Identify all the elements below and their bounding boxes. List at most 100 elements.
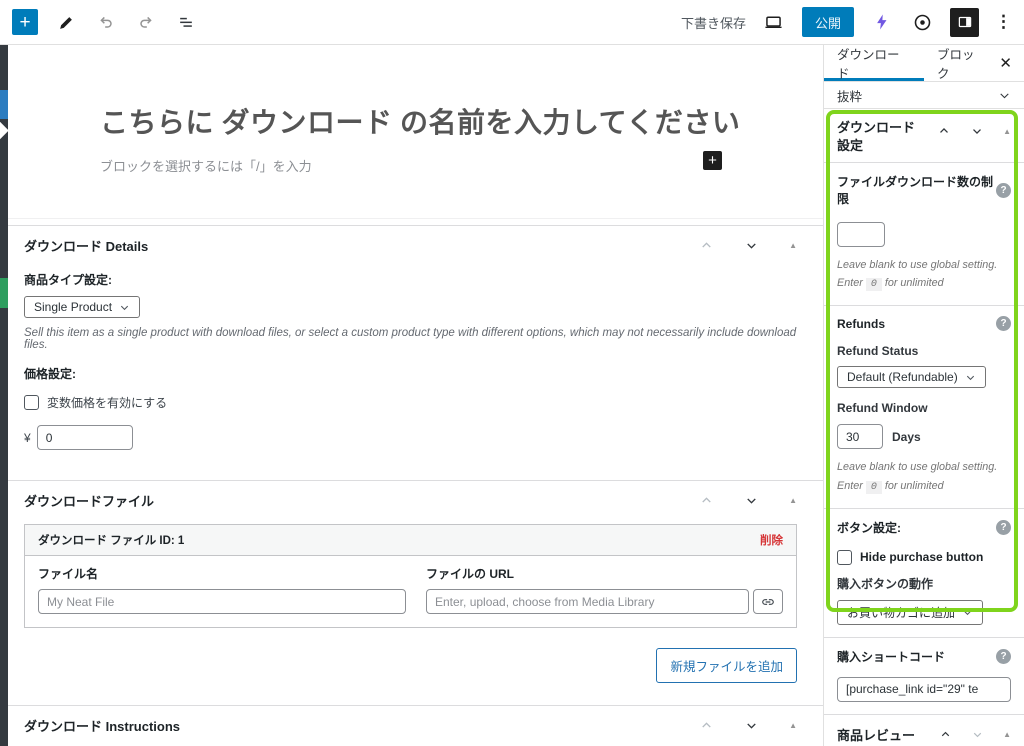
button-behavior-value: お買い物カゴに追加 bbox=[847, 605, 956, 620]
toggle-panel-icon[interactable]: ▲ bbox=[1003, 127, 1011, 136]
move-up-icon[interactable] bbox=[699, 718, 714, 733]
preview-button[interactable] bbox=[762, 10, 786, 34]
move-up-icon[interactable] bbox=[699, 238, 714, 253]
settings-sidebar-toggle[interactable] bbox=[950, 7, 979, 37]
kebab-menu-icon[interactable]: ⋮ bbox=[995, 12, 1012, 32]
toggle-panel-icon[interactable]: ▲ bbox=[789, 241, 797, 250]
strip-notch bbox=[0, 121, 9, 140]
excerpt-panel-toggle[interactable]: 抜粋 bbox=[824, 82, 1024, 109]
move-down-icon[interactable] bbox=[744, 493, 759, 508]
help-icon[interactable]: ? bbox=[996, 519, 1011, 535]
file-limit-input[interactable] bbox=[837, 222, 885, 248]
inline-block-inserter-button[interactable]: + bbox=[703, 151, 722, 170]
refund-window-row: Days bbox=[837, 424, 1011, 450]
sidebar-toggle-icon bbox=[956, 13, 974, 31]
toolbar-left-group: + bbox=[12, 9, 198, 35]
toolbar-right-group: 下書き保存 公開 ⋮ bbox=[681, 7, 1012, 37]
redo-button[interactable] bbox=[134, 10, 158, 34]
panel-header: ダウンロード Instructions ▲ bbox=[24, 706, 797, 741]
section-header: ボタン設定: ? bbox=[837, 519, 1011, 536]
target-plugin-button[interactable] bbox=[910, 10, 934, 34]
left-edge-strip bbox=[0, 45, 9, 746]
move-down-icon[interactable] bbox=[744, 718, 759, 733]
panel-header: ダウンロード Details ▲ bbox=[24, 226, 797, 261]
media-library-button[interactable] bbox=[753, 589, 783, 614]
undo-icon bbox=[96, 12, 116, 32]
move-down-icon[interactable] bbox=[744, 238, 759, 253]
move-up-icon[interactable] bbox=[937, 124, 951, 138]
help-icon[interactable]: ? bbox=[996, 648, 1011, 664]
move-up-icon[interactable] bbox=[939, 728, 952, 741]
undo-button[interactable] bbox=[94, 10, 118, 34]
post-title-input[interactable]: こちらに ダウンロード の名前を入力してください bbox=[100, 101, 823, 141]
download-details-panel: ダウンロード Details ▲ 商品タイプ設定: Single Product… bbox=[8, 225, 823, 450]
shortcode-input[interactable] bbox=[837, 676, 1011, 702]
toggle-panel-icon[interactable]: ▲ bbox=[1003, 730, 1011, 739]
section-header: Refunds ? bbox=[837, 316, 1011, 332]
tab-block[interactable]: ブロック bbox=[924, 45, 999, 81]
settings-sidebar: ダウンロード ブロック ✕ 抜粋 ダウンロード 設定 ▲ ファイルダウンロード数… bbox=[823, 45, 1024, 746]
tab-download[interactable]: ダウンロード bbox=[824, 45, 924, 81]
product-type-select[interactable]: Single Product bbox=[24, 296, 141, 318]
wordpress-block-editor: + 下書き保存 公開 ⋮ こちらに ダウンロード の名前を入力してください ブロ… bbox=[0, 0, 1024, 746]
block-inserter-button[interactable]: + bbox=[12, 9, 38, 35]
list-view-button[interactable] bbox=[174, 10, 198, 34]
help-text-post: for unlimited bbox=[884, 479, 944, 492]
shortcode-label: 購入ショートコード bbox=[837, 649, 946, 664]
delete-file-link[interactable]: 削除 bbox=[760, 532, 783, 548]
move-down-icon[interactable] bbox=[970, 124, 984, 138]
reviews-title: 商品レビュー bbox=[837, 727, 916, 743]
chevron-down-icon bbox=[119, 302, 130, 313]
panel-header: ダウンロードファイル ▲ bbox=[24, 481, 797, 516]
purchase-shortcode-section: 購入ショートコード ? bbox=[824, 636, 1024, 714]
help-icon[interactable]: ? bbox=[996, 316, 1011, 332]
download-instructions-panel: ダウンロード Instructions ▲ Special instructio… bbox=[8, 705, 823, 746]
file-name-label: ファイル名 bbox=[38, 567, 99, 581]
price-input[interactable] bbox=[36, 425, 133, 450]
product-type-label: 商品タイプ設定: bbox=[24, 273, 112, 287]
product-reviews-panel: 商品レビュー ▲ BUILD TRUST WITH REAL CUSTOMER … bbox=[824, 713, 1024, 746]
hide-purchase-button-checkbox[interactable] bbox=[837, 549, 852, 565]
publish-button[interactable]: 公開 bbox=[801, 7, 854, 37]
variable-pricing-label: 変数価格を有効にする bbox=[47, 396, 168, 410]
move-down-icon[interactable] bbox=[971, 728, 984, 741]
help-text-post: for unlimited bbox=[884, 277, 944, 290]
panel-controls: ▲ bbox=[939, 728, 1011, 741]
variable-pricing-row: 変数価格を有効にする bbox=[24, 394, 797, 411]
tools-button[interactable] bbox=[54, 10, 78, 34]
panel-title: ダウンロード Instructions bbox=[24, 719, 181, 734]
close-icon[interactable]: ✕ bbox=[999, 54, 1012, 72]
chevron-down-icon bbox=[998, 89, 1011, 102]
file-name-input[interactable] bbox=[38, 589, 406, 614]
strip-blue-marker bbox=[0, 90, 8, 119]
target-icon bbox=[912, 12, 933, 33]
hide-purchase-button-label: Hide purchase button bbox=[860, 550, 984, 565]
help-text-code: 0 bbox=[865, 480, 882, 494]
help-icon[interactable]: ? bbox=[996, 182, 1011, 198]
jetpack-boost-button[interactable] bbox=[870, 10, 894, 34]
panel-controls: ▲ bbox=[699, 238, 797, 253]
file-url-input[interactable] bbox=[426, 589, 749, 614]
section-header: 購入ショートコード ? bbox=[837, 648, 1011, 665]
editor-canvas: こちらに ダウンロード の名前を入力してください ブロックを選択するには「/」を… bbox=[8, 45, 823, 746]
plus-icon: + bbox=[19, 11, 31, 33]
file-row-id-label: ダウンロード ファイル ID: 1 bbox=[38, 535, 185, 547]
price-row: ¥ bbox=[24, 425, 797, 450]
toggle-panel-icon[interactable]: ▲ bbox=[789, 496, 797, 505]
add-new-file-button[interactable]: 新規ファイルを追加 bbox=[656, 648, 797, 683]
file-row-body: ファイル名 ファイルの URL bbox=[25, 556, 796, 627]
move-up-icon[interactable] bbox=[699, 493, 714, 508]
button-behavior-label: 購入ボタンの動作 bbox=[837, 576, 934, 591]
panel-title: ダウンロード Details bbox=[24, 239, 149, 254]
variable-pricing-checkbox[interactable] bbox=[24, 395, 39, 410]
plus-icon: + bbox=[708, 152, 717, 169]
button-behavior-select[interactable]: お買い物カゴに追加 bbox=[837, 599, 984, 625]
save-draft-button[interactable]: 下書き保存 bbox=[681, 13, 746, 32]
file-download-limit-section: ファイルダウンロード数の制限 ? Leave blank to use glob… bbox=[824, 162, 1024, 305]
refund-window-input[interactable] bbox=[837, 424, 883, 450]
pencil-icon bbox=[57, 13, 76, 32]
toggle-panel-icon[interactable]: ▲ bbox=[789, 721, 797, 730]
editor-toolbar: + 下書き保存 公開 ⋮ bbox=[0, 0, 1024, 45]
refund-status-select[interactable]: Default (Refundable) bbox=[837, 366, 986, 389]
empty-block-paragraph[interactable]: ブロックを選択するには「/」を入力 bbox=[100, 156, 312, 175]
